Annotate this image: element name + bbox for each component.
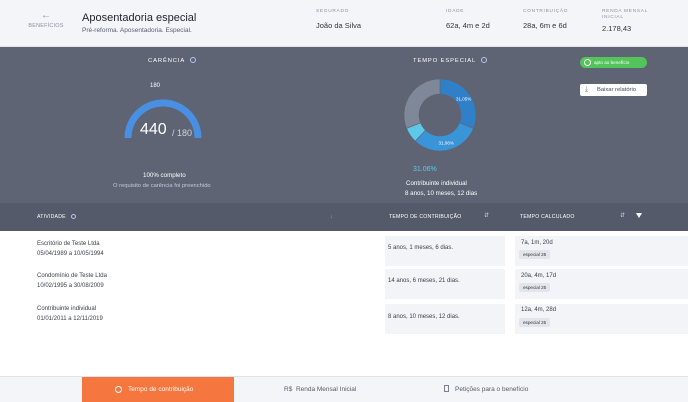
donut-segment-label: 31,05% (456, 97, 471, 102)
back-button[interactable]: ← BENEFÍCIOS (28, 10, 64, 30)
info-icon[interactable] (481, 57, 488, 63)
gauge-max: 180 (150, 83, 161, 89)
row-tempo-cell: 5 anos, 1 meses, 6 dias. (385, 236, 505, 266)
download-icon: ⤓ (585, 86, 589, 93)
row-tempo-cell: 14 anos, 6 meses, 21 dias. (385, 269, 505, 299)
table-row[interactable]: Escritório de Teste Ltda 05/04/1989 a 10… (0, 236, 688, 270)
special-badge: especial 25 (519, 318, 551, 327)
row-activity: Contribuinte individual (37, 306, 97, 312)
document-icon (444, 385, 449, 392)
sort-icon[interactable]: ⇵ (484, 212, 489, 219)
tab-renda-mensal[interactable]: R$ Renda Mensal Inicial (284, 377, 356, 402)
special-badge: especial 25 (519, 250, 551, 259)
row-tempo-cell: 8 anos, 10 meses, 12 dias. (385, 304, 505, 334)
col-atividade[interactable]: ATIVIDADE (37, 214, 76, 220)
clock-icon (115, 386, 122, 393)
row-calc: 7a, 1m, 20d (521, 240, 553, 246)
summary-panel (0, 47, 688, 203)
row-calc-cell: 12a, 4m, 28d especial 25 (515, 304, 688, 334)
app-root: ← BENEFÍCIOS Aposentadoria especial Pré-… (0, 0, 688, 402)
renda-value: 2.178,43 (602, 24, 632, 33)
donut-segment (414, 122, 474, 152)
row-activity: Escritório de Teste Ltda (37, 241, 100, 247)
segurado-label: SEGURADO (316, 9, 350, 14)
page-header: ← BENEFÍCIOS Aposentadoria especial Pré-… (0, 0, 688, 47)
idade-info: IDADE 62a, 4m e 2d (446, 9, 490, 30)
donut-segment-label: 31,06% (438, 140, 453, 145)
sort-icon[interactable]: ⇵ (620, 212, 625, 219)
back-label: BENEFÍCIOS (28, 23, 64, 29)
tab-renda-label: Renda Mensal Inicial (295, 386, 357, 393)
segurado-info: SEGURADO João da Silva (316, 9, 361, 30)
tempo-especial-title: TEMPO ESPECIAL (413, 58, 477, 64)
table-row[interactable]: Condomínio de Teste Ltda 10/02/1995 a 30… (0, 269, 688, 305)
col-tempo[interactable]: TEMPO DE CONTRIBUIÇÃO (389, 214, 462, 220)
bottom-nav: Tempo de contribuição R$ Renda Mensal In… (0, 376, 688, 402)
row-tempo: 14 anos, 6 meses, 21 dias. (388, 278, 460, 284)
carencia-separator: / 180 (172, 128, 193, 138)
col-calculado[interactable]: TEMPO CALCULADO (520, 214, 575, 220)
tempo-especial-label: TEMPO ESPECIAL (413, 57, 488, 64)
row-calc-cell: 7a, 1m, 20d especial 25 (515, 236, 688, 266)
row-calc: 20a, 4m, 17d (521, 273, 557, 279)
idade-label: IDADE (446, 9, 465, 14)
carencia-complete: 100% completo (143, 172, 186, 179)
sort-icon[interactable]: ↓ (330, 214, 333, 220)
page-title: Aposentadoria especial (82, 12, 197, 24)
row-calc: 12a, 4m, 28d (521, 307, 557, 313)
row-dates: 01/01/2011 a 12/11/2019 (37, 316, 103, 322)
download-label: Baixar relatório (597, 87, 636, 93)
table-header (0, 203, 688, 231)
col-atividade-label: ATIVIDADE (37, 214, 66, 220)
currency-icon: R$ (284, 386, 293, 393)
info-icon[interactable] (70, 214, 76, 219)
carencia-value: 440 (140, 121, 167, 138)
segurado-value: João da Silva (316, 21, 362, 30)
tab-peticoes[interactable]: Petições para o benefício (444, 377, 528, 402)
tab-peticoes-label: Petições para o benefício (455, 386, 529, 393)
contribuicao-value: 28a, 6m e 6d (523, 21, 567, 30)
apto-label: apto ao benefício (594, 60, 630, 65)
tempo-especial-donut: 31,05% 31,06% (403, 78, 477, 152)
tempo-especial-duration: 8 anos, 10 meses, 12 dias (405, 190, 478, 197)
renda-info: RENDA MENSAL INICIAL 2.178,43 (602, 9, 648, 33)
row-dates: 05/04/1989 a 10/05/1994 (37, 251, 104, 257)
contribuicao-label: CONTRIBUIÇÃO (523, 9, 569, 14)
table-row[interactable]: Contribuinte individual 01/01/2011 a 12/… (0, 304, 688, 340)
arrow-left-icon: ← (41, 10, 51, 21)
carencia-requirement: O requisito de carência foi preenchido (113, 183, 211, 189)
filter-icon[interactable] (636, 213, 642, 218)
contribuicao-info: CONTRIBUIÇÃO 28a, 6m e 6d (523, 9, 568, 30)
check-circle-icon (584, 59, 591, 66)
row-calc-cell: 20a, 4m, 17d especial 25 (515, 269, 688, 299)
donut-segment (403, 78, 441, 129)
download-report-button[interactable]: ⤓ Baixar relatório (580, 84, 647, 96)
row-tempo: 5 anos, 1 meses, 6 dias. (388, 245, 454, 251)
tempo-especial-percent: 31.06% (413, 166, 437, 173)
special-badge: especial 25 (519, 283, 551, 292)
tab-tempo-label: Tempo de contribuição (128, 386, 194, 393)
tab-tempo-contribuicao[interactable]: Tempo de contribuição (82, 377, 234, 402)
page-subtitle: Pré-reforma. Aposentadoria. Especial. (82, 27, 192, 34)
row-dates: 10/02/1995 a 30/08/2009 (37, 283, 104, 289)
renda-label-2: INICIAL (602, 15, 624, 20)
apto-badge: apto ao benefício (580, 57, 647, 68)
row-activity: Condomínio de Teste Ltda (37, 273, 107, 279)
row-tempo: 8 anos, 10 meses, 12 dias. (388, 314, 460, 320)
idade-value: 62a, 4m e 2d (446, 21, 490, 30)
donut-segment (439, 78, 477, 129)
tempo-especial-contributor: Contribuinte individual (406, 180, 467, 187)
